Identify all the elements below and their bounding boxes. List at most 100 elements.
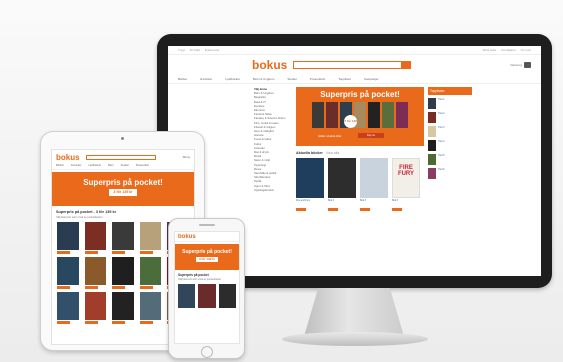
book-card[interactable] [57, 222, 79, 254]
toplist-row[interactable]: Titel 6 [428, 168, 472, 179]
buy-button[interactable] [57, 286, 70, 289]
nav-item[interactable]: Ljudböcker [225, 77, 240, 81]
buy-button[interactable] [84, 286, 98, 289]
toplist-row[interactable]: Titel 3 [428, 126, 472, 137]
book-cover [112, 257, 134, 285]
toplist-row[interactable]: Titel 2 [428, 112, 472, 123]
buy-button[interactable] [139, 286, 153, 289]
book-card[interactable] [84, 222, 107, 254]
nav-item[interactable]: Böcker [178, 77, 187, 81]
buy-button[interactable] [328, 208, 338, 211]
book-title: Titel 3 [438, 126, 445, 129]
banner-books [296, 102, 424, 128]
buy-button[interactable] [139, 321, 153, 324]
nav-item[interactable]: Studier [121, 164, 129, 169]
price-badge: 3 för 139 kr [109, 189, 137, 196]
buy-button[interactable] [84, 321, 98, 324]
nav-item[interactable]: E-böcker [200, 77, 212, 81]
book-cover [428, 126, 436, 137]
section-text: Välj bland ett stort urval av pocketböck… [178, 278, 222, 281]
book-card[interactable] [84, 292, 107, 324]
monitor-stand [304, 288, 404, 334]
toplist-row[interactable]: Titel 5 [428, 154, 472, 165]
book-cover [112, 222, 134, 250]
book-card[interactable]: Bok 2 [328, 158, 356, 211]
banner-cta-button[interactable]: Köp nu [358, 133, 384, 138]
home-button[interactable] [201, 346, 213, 358]
book-card[interactable] [139, 257, 162, 289]
nav-item[interactable]: Topplistor [338, 77, 351, 81]
book-cover[interactable] [198, 284, 216, 308]
book-title: Fire and Fury [296, 199, 311, 202]
book-title: Bok 3 [360, 199, 367, 202]
sidebar-item[interactable]: Uppslagsböcker [254, 188, 292, 192]
book-cover [139, 222, 162, 250]
buy-button[interactable] [112, 321, 126, 324]
book-card[interactable]: Fire and Fury [296, 158, 324, 211]
buy-button[interactable] [296, 208, 306, 211]
topbar-link[interactable]: Enkel retur [205, 48, 220, 52]
nav-item[interactable]: Kampanjer [364, 77, 379, 81]
book-cover [360, 158, 388, 198]
topbar-link[interactable]: Om oss [521, 48, 531, 52]
book-cover[interactable] [218, 284, 236, 308]
nav-item[interactable]: Presentkort [310, 77, 325, 81]
book-cover [428, 98, 436, 109]
phone-header: bokus [175, 232, 239, 242]
show-all-link[interactable]: Visa alla [326, 151, 340, 155]
buy-button[interactable] [139, 251, 153, 254]
book-cover: FIRE FURY [392, 158, 420, 198]
buy-button[interactable] [57, 321, 70, 324]
search-input[interactable] [85, 154, 156, 160]
price-badge: 3 för 139 kr [344, 115, 357, 136]
section-title-text: Aktuella böcker [296, 151, 323, 155]
topbar-link[interactable]: Fri frakt [190, 48, 200, 52]
book-card[interactable] [84, 257, 107, 289]
desktop-body: Välj ämne Barn & Ungdom Biografier Data & … [168, 84, 541, 211]
toplist-row[interactable]: Titel 4 [428, 140, 472, 151]
book-cover [84, 257, 107, 285]
promo-banner[interactable]: Superpris på pocket! 3 för 139 kr [175, 244, 239, 270]
book-card[interactable] [112, 292, 134, 324]
toplist-row[interactable]: Titel 1 [428, 98, 472, 109]
topbar-link[interactable]: Kundtjänst [501, 48, 515, 52]
book-card[interactable] [57, 292, 79, 324]
camera-icon [121, 137, 124, 140]
book-cover [368, 102, 380, 128]
menu-button[interactable]: Meny [183, 155, 190, 159]
book-card[interactable] [139, 292, 162, 324]
nav-item[interactable]: Barn [108, 164, 113, 169]
bokus-logo[interactable]: bokus [252, 58, 287, 72]
promo-banner[interactable]: Superpris på pocket! 3 för 139 kr Gäller… [296, 87, 424, 146]
book-cover[interactable] [178, 284, 196, 308]
nav-item[interactable]: E-böcker [71, 164, 81, 169]
book-card[interactable]: FIRE FURY Bok 4 [392, 158, 420, 211]
search-input[interactable] [293, 61, 412, 69]
nav-item[interactable]: Presentkort [136, 164, 149, 169]
buy-button[interactable] [360, 208, 370, 211]
cart-button[interactable]: Varukorg [510, 62, 531, 68]
nav-item[interactable]: Böcker [56, 164, 64, 169]
search-icon[interactable] [401, 62, 411, 68]
buy-button[interactable] [84, 251, 98, 254]
buy-button[interactable] [392, 208, 402, 211]
section-title: Superpris på pocket - 3 för 139 kr [56, 210, 117, 214]
buy-button[interactable] [112, 286, 126, 289]
nav-item[interactable]: Studier [287, 77, 297, 81]
buy-button[interactable] [57, 251, 70, 254]
nav-item[interactable]: Ljudböcker [88, 164, 101, 169]
book-cover [312, 102, 324, 128]
book-card[interactable] [57, 257, 79, 289]
bokus-logo[interactable]: bokus [178, 234, 196, 240]
book-card[interactable] [112, 222, 134, 254]
book-cover [139, 257, 162, 285]
buy-button[interactable] [112, 251, 126, 254]
promo-banner[interactable]: Superpris på pocket! 3 för 139 kr [52, 172, 194, 206]
book-card[interactable] [112, 257, 134, 289]
topbar-link[interactable]: Trygt [178, 48, 185, 52]
book-card[interactable]: Bok 3 [360, 158, 388, 211]
topbar-link[interactable]: Mina sidor [483, 48, 497, 52]
nav-item[interactable]: Barn & Ungdom [253, 77, 274, 81]
book-card[interactable] [139, 222, 162, 254]
bokus-logo[interactable]: bokus [56, 153, 80, 162]
